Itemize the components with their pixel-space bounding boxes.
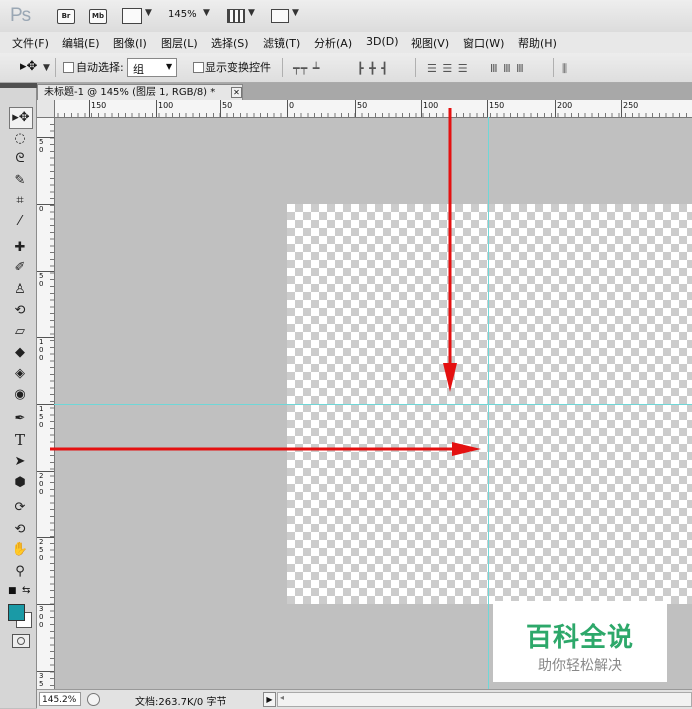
horizontal-arrow-head <box>452 442 481 456</box>
watermark-subtitle: 助你轻松解决 <box>538 658 622 674</box>
document-info: 文档:263.7K/0 字节 <box>135 697 227 708</box>
status-expand-icon[interactable]: ▶ <box>263 692 276 707</box>
vertical-arrow-head <box>443 363 457 392</box>
status-menu-icon[interactable] <box>87 693 100 706</box>
status-bar: 145.2% 文档:263.7K/0 字节 ▶ ◂ <box>37 689 692 709</box>
zoom-field[interactable]: 145.2% <box>39 692 81 706</box>
watermark-box: 百科全说 助你轻松解决 <box>493 601 667 682</box>
scroll-left-icon[interactable]: ◂ <box>280 693 284 702</box>
watermark-title: 百科全说 <box>525 623 634 653</box>
horizontal-scrollbar[interactable]: ◂ <box>277 692 692 707</box>
